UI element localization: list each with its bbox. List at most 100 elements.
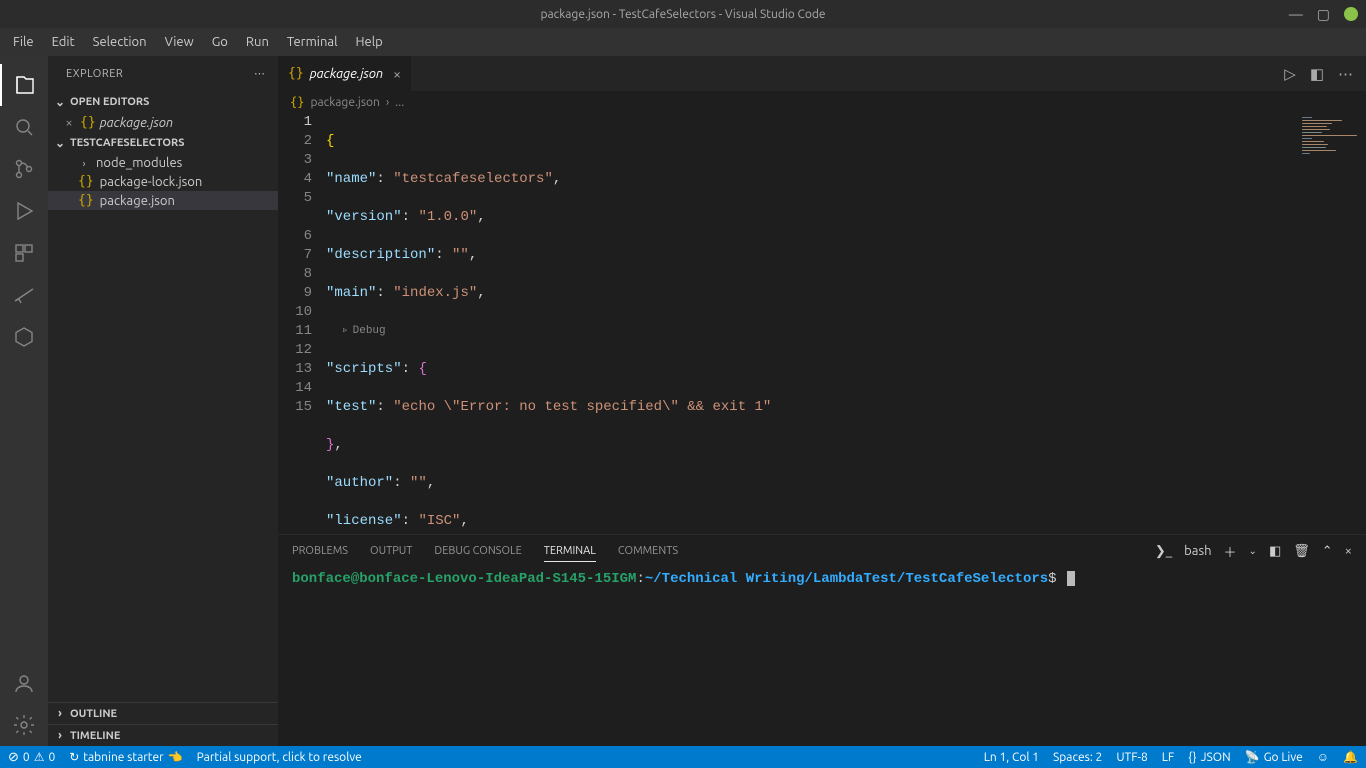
status-eol[interactable]: LF	[1162, 751, 1174, 764]
activity-misc[interactable]	[0, 316, 48, 358]
editor-area: {} package.json × ▷ ◧ ⋯ {} package.json …	[278, 56, 1366, 746]
code-content[interactable]: { "name": "testcafeselectors", "version"…	[326, 113, 1366, 534]
close-panel-icon[interactable]: ×	[1345, 544, 1352, 558]
prompt-path: /Technical Writing/LambdaTest/TestCafeSe…	[653, 571, 1048, 587]
new-terminal-icon[interactable]: ＋	[1224, 542, 1237, 561]
file-package-lock[interactable]: {} package-lock.json	[48, 172, 278, 191]
minimap[interactable]	[1266, 113, 1366, 534]
sync-icon: ↻	[69, 750, 79, 764]
folder-node-modules[interactable]: › node_modules	[48, 154, 278, 172]
menu-file[interactable]: File	[4, 35, 43, 49]
close-icon[interactable]	[1344, 7, 1358, 21]
chevron-right-icon: ›	[54, 729, 66, 742]
maximize-icon[interactable]: ▢	[1317, 6, 1330, 23]
chevron-down-icon: ⌄	[54, 95, 66, 109]
minimize-icon[interactable]: —	[1289, 6, 1303, 22]
status-indent[interactable]: Spaces: 2	[1053, 751, 1102, 764]
prompt-user: bonface@bonface-Lenovo-IdeaPad-S145-15IG…	[292, 571, 636, 587]
chevron-right-icon: ›	[78, 158, 90, 169]
json-file-icon: {}	[78, 174, 94, 189]
panel-tab-problems[interactable]: PROBLEMS	[292, 541, 348, 561]
status-partial[interactable]: Partial support, click to resolve	[197, 751, 362, 764]
panel-tab-debug-console[interactable]: DEBUG CONSOLE	[434, 541, 521, 561]
timeline-section[interactable]: ›TIMELINE	[48, 724, 278, 746]
breadcrumb[interactable]: {} package.json › ...	[278, 91, 1366, 113]
tab-package-json[interactable]: {} package.json ×	[278, 56, 411, 91]
terminal-body[interactable]: bonface@bonface-Lenovo-IdeaPad-S145-15IG…	[278, 567, 1366, 746]
file-tree: › node_modules {} package-lock.json {}pack…	[48, 154, 278, 210]
json-icon: {}	[1188, 751, 1196, 764]
menu-help[interactable]: Help	[346, 35, 391, 49]
activity-source-control[interactable]	[0, 148, 48, 190]
file-label: package-lock.json	[100, 175, 203, 189]
open-editor-filename: package.json	[100, 116, 173, 130]
menu-terminal[interactable]: Terminal	[278, 35, 347, 49]
status-cursor[interactable]: Ln 1, Col 1	[984, 751, 1039, 764]
code-key: "name"	[326, 170, 376, 189]
json-file-icon: {}	[288, 66, 304, 81]
terminal-cursor	[1067, 571, 1075, 586]
activity-explorer[interactable]	[0, 64, 48, 106]
pointer-icon: 👈	[168, 750, 183, 764]
tab-filename: package.json	[310, 67, 383, 81]
panel-tab-output[interactable]: OUTPUT	[370, 541, 412, 561]
status-encoding[interactable]: UTF-8	[1116, 751, 1147, 764]
open-editors-section[interactable]: ⌄OPEN EDITORS	[48, 91, 278, 113]
shell-name[interactable]: bash	[1184, 544, 1211, 558]
explorer-sidebar: EXPLORER ⋯ ⌄OPEN EDITORS × {} package.js…	[48, 56, 278, 746]
file-label: package.json	[100, 194, 175, 208]
activity-live[interactable]	[0, 274, 48, 316]
json-file-icon: {}	[290, 95, 304, 109]
terminal-profile-icon[interactable]: ❯_	[1155, 544, 1172, 559]
chevron-right-icon: ›	[54, 707, 66, 720]
status-bell-icon[interactable]: 🔔	[1343, 750, 1358, 764]
debug-codelens[interactable]: ▹Debug	[326, 322, 1366, 341]
maximize-panel-icon[interactable]: ⌃	[1322, 544, 1333, 559]
breadcrumb-sep: ›	[386, 96, 389, 109]
status-language[interactable]: {}JSON	[1188, 751, 1230, 764]
menu-run[interactable]: Run	[237, 35, 278, 49]
activity-settings[interactable]	[0, 704, 48, 746]
window-controls: — ▢	[1289, 6, 1358, 23]
folder-label: node_modules	[96, 156, 182, 170]
warning-icon: ⚠	[34, 750, 45, 764]
menu-go[interactable]: Go	[203, 35, 237, 49]
split-editor-icon[interactable]: ◧	[1310, 65, 1324, 83]
menu-view[interactable]: View	[156, 35, 203, 49]
play-icon: ▹	[342, 322, 349, 341]
activity-accounts[interactable]	[0, 662, 48, 704]
activity-extensions[interactable]	[0, 232, 48, 274]
chevron-down-icon[interactable]: ⌄	[1249, 545, 1257, 557]
panel-tab-comments[interactable]: COMMENTS	[618, 541, 678, 561]
project-section[interactable]: ⌄TESTCAFESELECTORS	[48, 132, 278, 154]
trash-icon[interactable]: 🗑	[1293, 544, 1310, 559]
file-package-json[interactable]: {}package.json	[48, 191, 278, 210]
activity-search[interactable]	[0, 106, 48, 148]
panel-tab-terminal[interactable]: TERMINAL	[544, 541, 596, 562]
menu-edit[interactable]: Edit	[43, 35, 84, 49]
outline-section[interactable]: ›OUTLINE	[48, 702, 278, 724]
split-terminal-icon[interactable]: ◧	[1269, 544, 1281, 559]
body-area: EXPLORER ⋯ ⌄OPEN EDITORS × {} package.js…	[0, 56, 1366, 746]
explorer-title: EXPLORER ⋯	[48, 56, 278, 91]
explorer-more-icon[interactable]: ⋯	[254, 67, 266, 80]
close-tab-icon[interactable]: ×	[393, 66, 401, 82]
breadcrumb-file: package.json	[310, 96, 379, 109]
run-icon[interactable]: ▷	[1284, 65, 1296, 83]
status-tabnine[interactable]: ↻tabnine starter👈	[69, 750, 182, 764]
menu-selection[interactable]: Selection	[84, 35, 156, 49]
editor-body[interactable]: 12345 678910 1112131415 { "name": "testc…	[278, 113, 1366, 534]
status-bar: ⊘0⚠0 ↻tabnine starter👈 Partial support, …	[0, 746, 1366, 768]
close-editor-icon[interactable]: ×	[62, 116, 76, 130]
chevron-down-icon: ⌄	[54, 136, 66, 150]
status-go-live[interactable]: 📡Go Live	[1245, 750, 1303, 764]
more-actions-icon[interactable]: ⋯	[1338, 65, 1354, 83]
tab-bar: {} package.json × ▷ ◧ ⋯	[278, 56, 1366, 91]
titlebar: package.json - TestCafeSelectors - Visua…	[0, 0, 1366, 28]
window-title: package.json - TestCafeSelectors - Visua…	[540, 8, 825, 21]
bottom-panel: PROBLEMS OUTPUT DEBUG CONSOLE TERMINAL C…	[278, 534, 1366, 746]
status-errors[interactable]: ⊘0⚠0	[8, 750, 55, 765]
open-editor-item[interactable]: × {} package.json	[48, 113, 278, 132]
status-feedback-icon[interactable]: ☺	[1317, 750, 1329, 764]
activity-run-debug[interactable]	[0, 190, 48, 232]
